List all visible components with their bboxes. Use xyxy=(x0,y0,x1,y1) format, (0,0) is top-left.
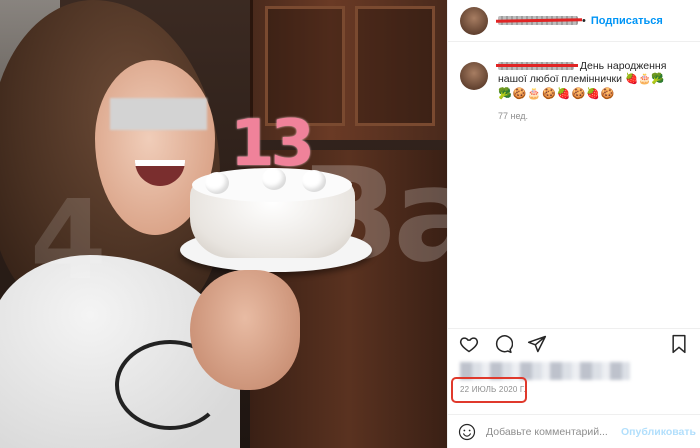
caption-avatar[interactable] xyxy=(460,62,488,90)
cabinet-door xyxy=(355,6,435,126)
avatar[interactable] xyxy=(460,6,488,35)
face-censor-bar xyxy=(110,98,207,130)
person-hand xyxy=(190,270,300,390)
post-actions xyxy=(448,328,700,358)
caption-time-ago[interactable]: 77 нед. xyxy=(498,111,700,121)
caption-emojis: 🥦🍪🎂🍪🍓🍪🍓🍪 xyxy=(498,88,616,100)
caption-body: День народження нашої любої племіннички … xyxy=(496,60,688,101)
follow-button[interactable]: Подписаться xyxy=(591,15,663,27)
cake-decoration xyxy=(205,172,229,194)
separator-dot: • xyxy=(582,14,586,27)
watermark-number: 4 xyxy=(30,176,107,304)
number-candle: 13 xyxy=(230,107,315,181)
share-icon[interactable] xyxy=(526,333,548,355)
post-header: • Подписаться xyxy=(448,0,700,42)
caption-username-redacted[interactable] xyxy=(496,62,578,71)
comment-bar: Опубликовать xyxy=(448,414,700,448)
comment-icon[interactable] xyxy=(492,333,514,355)
caption-emojis-inline: 🍓🎂🥦 xyxy=(624,73,665,85)
publish-button[interactable]: Опубликовать xyxy=(621,426,696,438)
post-caption: День народження нашої любої племіннички … xyxy=(448,42,700,101)
smiley-icon[interactable] xyxy=(458,422,476,442)
username-redacted[interactable] xyxy=(498,16,578,25)
post-photo[interactable]: 4 Вач 13 xyxy=(0,0,447,448)
bookmark-icon[interactable] xyxy=(668,333,690,355)
comment-input[interactable] xyxy=(486,425,621,438)
heart-icon[interactable] xyxy=(458,333,480,355)
date-highlight-box xyxy=(451,377,527,403)
